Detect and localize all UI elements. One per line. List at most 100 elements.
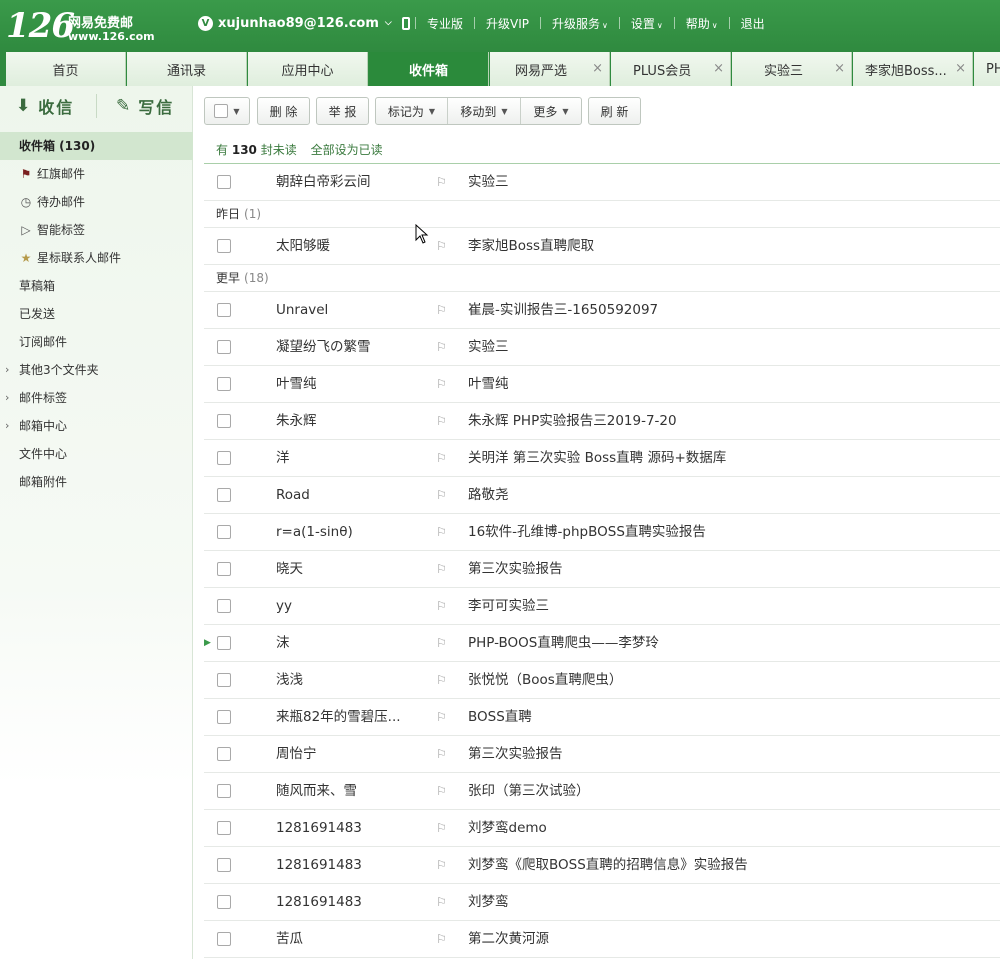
mail-row[interactable]: 1281691483 ⚐ 刘梦鸾《爬取BOSS直聘的招聘信息》实验报告 [204,847,1000,884]
mail-row[interactable]: 太阳够暖 ⚐ 李家旭Boss直聘爬取 [204,228,1000,265]
mail-row[interactable]: 来瓶82年的雪碧压... ⚐ BOSS直聘 [204,699,1000,736]
mail-row[interactable]: Road ⚐ 路敬尧 [204,477,1000,514]
receive-button[interactable]: ⬇ 收信 [16,92,74,120]
sidebar-item-subscriptions[interactable]: 订阅邮件 [0,328,193,356]
row-checkbox[interactable] [217,932,231,946]
close-icon[interactable]: × [592,61,603,76]
flag-icon[interactable]: ⚐ [436,514,447,550]
flag-icon[interactable]: ⚐ [436,228,447,264]
mail-row[interactable]: 叶雪纯 ⚐ 叶雪纯 [204,366,1000,403]
expand-arrow-icon[interactable]: › [5,412,9,440]
expand-arrow-icon[interactable]: › [5,356,9,384]
expand-arrow-icon[interactable]: › [5,384,9,412]
row-checkbox[interactable] [217,673,231,687]
sidebar-item-other-folders[interactable]: › 其他3个文件夹 [0,356,193,384]
mail-row[interactable]: 1281691483 ⚐ 刘梦鸾 [204,884,1000,921]
link-help[interactable]: 帮助 [686,15,718,32]
close-icon[interactable]: × [955,61,966,76]
flag-icon[interactable]: ⚐ [436,921,447,957]
chevron-down-icon[interactable]: ⌵ [385,18,392,28]
row-checkbox[interactable] [217,858,231,872]
flag-icon[interactable]: ⚐ [436,847,447,883]
tab-php[interactable]: PH [974,52,1000,86]
close-icon[interactable]: × [834,61,845,76]
mark-as-dropdown[interactable]: 标记为 ▼ [376,98,448,124]
link-pro[interactable]: 专业版 [427,15,463,32]
link-settings[interactable]: 设置 [631,15,663,32]
row-checkbox[interactable] [217,451,231,465]
flag-icon[interactable]: ⚐ [436,699,447,735]
mail-row[interactable]: 洋 ⚐ 关明洋 第三次实验 Boss直聘 源码+数据库 [204,440,1000,477]
logo[interactable]: 126 网易免费邮 www.126.com [6,6,155,46]
row-checkbox[interactable] [217,562,231,576]
sidebar-item-mail-tags[interactable]: › 邮件标签 [0,384,193,412]
delete-button[interactable]: 删 除 [257,97,310,125]
row-checkbox[interactable] [217,747,231,761]
mail-row[interactable]: 随风而来、雪 ⚐ 张印（第三次试验） [204,773,1000,810]
account-email[interactable]: xujunhao89@126.com [218,16,379,31]
mail-row[interactable]: 朱永辉 ⚐ 朱永辉 PHP实验报告三2019-7-20 [204,403,1000,440]
sidebar-item-star-contacts[interactable]: ★ 星标联系人邮件 [0,244,193,272]
mail-row[interactable]: 晓天 ⚐ 第三次实验报告 [204,551,1000,588]
link-upgrade-vip[interactable]: 升级VIP [486,15,529,32]
mail-row[interactable]: 周怡宁 ⚐ 第三次实验报告 [204,736,1000,773]
row-checkbox[interactable] [217,710,231,724]
flag-icon[interactable]: ⚐ [436,662,447,698]
sidebar-item-drafts[interactable]: 草稿箱 [0,272,193,300]
account-menu[interactable]: V xujunhao89@126.com ⌵ [198,13,410,33]
flag-icon[interactable]: ⚐ [436,403,447,439]
row-checkbox[interactable] [217,239,231,253]
move-to-dropdown[interactable]: 移动到 ▼ [448,98,521,124]
tab-plus[interactable]: PLUS会员 × [611,52,731,86]
row-checkbox[interactable] [217,414,231,428]
sidebar-item-sent[interactable]: 已发送 [0,300,193,328]
link-upgrade-service[interactable]: 升级服务 [552,15,608,32]
mail-row[interactable]: 凝望纷飞の繁雪 ⚐ 实验三 [204,329,1000,366]
row-checkbox[interactable] [217,340,231,354]
mail-row[interactable]: Unravel ⚐ 崔晨-实训报告三-1650592097 [204,292,1000,329]
report-button[interactable]: 举 报 [316,97,369,125]
row-checkbox[interactable] [217,175,231,189]
sidebar-item-mail-center[interactable]: › 邮箱中心 [0,412,193,440]
flag-icon[interactable]: ⚐ [436,551,447,587]
tab-experiment3[interactable]: 实验三 × [732,52,852,86]
flag-icon[interactable]: ⚐ [436,810,447,846]
row-checkbox[interactable] [217,821,231,835]
select-all-dropdown[interactable]: ▼ [204,97,250,125]
tab-lijiaxu-boss[interactable]: 李家旭Boss... × [853,52,973,86]
mail-row[interactable]: 1281691483 ⚐ 刘梦鸾demo [204,810,1000,847]
tab-contacts[interactable]: 通讯录 [127,52,247,86]
mail-row[interactable]: 苦瓜 ⚐ 第二次黄河源 [204,921,1000,958]
flag-icon[interactable]: ⚐ [436,884,447,920]
row-checkbox[interactable] [217,525,231,539]
sidebar-item-attachments[interactable]: 邮箱附件 [0,468,193,496]
sidebar-item-inbox[interactable]: 收件箱 (130) [0,132,193,160]
flag-icon[interactable]: ⚐ [436,329,447,365]
mail-row[interactable]: 朝辞白帝彩云间 ⚐ 实验三 [204,164,1000,201]
tab-home[interactable]: 首页 [6,52,126,86]
flag-icon[interactable]: ⚐ [436,292,447,328]
row-checkbox[interactable] [217,377,231,391]
row-checkbox[interactable] [217,303,231,317]
mail-row[interactable]: ▶ 沫 ⚐ PHP-BOOS直聘爬虫——李梦玲 [204,625,1000,662]
flag-icon[interactable]: ⚐ [436,477,447,513]
row-checkbox[interactable] [217,636,231,650]
mark-all-read-link[interactable]: 全部设为已读 [311,143,383,157]
mail-row[interactable]: r=a(1-sinθ) ⚐ 16软件-孔维博-phpBOSS直聘实验报告 [204,514,1000,551]
sidebar-item-todo[interactable]: ◷ 待办邮件 [0,188,193,216]
refresh-button[interactable]: 刷 新 [588,97,641,125]
write-button[interactable]: ✎ 写信 [116,92,174,120]
row-checkbox[interactable] [217,895,231,909]
tab-apps[interactable]: 应用中心 [248,52,368,86]
tab-inbox[interactable]: 收件箱 [369,52,489,86]
flag-icon[interactable]: ⚐ [436,588,447,624]
sidebar-item-flagged[interactable]: ⚑ 红旗邮件 [0,160,193,188]
flag-icon[interactable]: ⚐ [436,440,447,476]
flag-icon[interactable]: ⚐ [436,736,447,772]
mail-row[interactable]: yy ⚐ 李可可实验三 [204,588,1000,625]
row-checkbox[interactable] [217,488,231,502]
flag-icon[interactable]: ⚐ [436,625,447,661]
row-checkbox[interactable] [217,784,231,798]
close-icon[interactable]: × [713,61,724,76]
flag-icon[interactable]: ⚐ [436,366,447,402]
